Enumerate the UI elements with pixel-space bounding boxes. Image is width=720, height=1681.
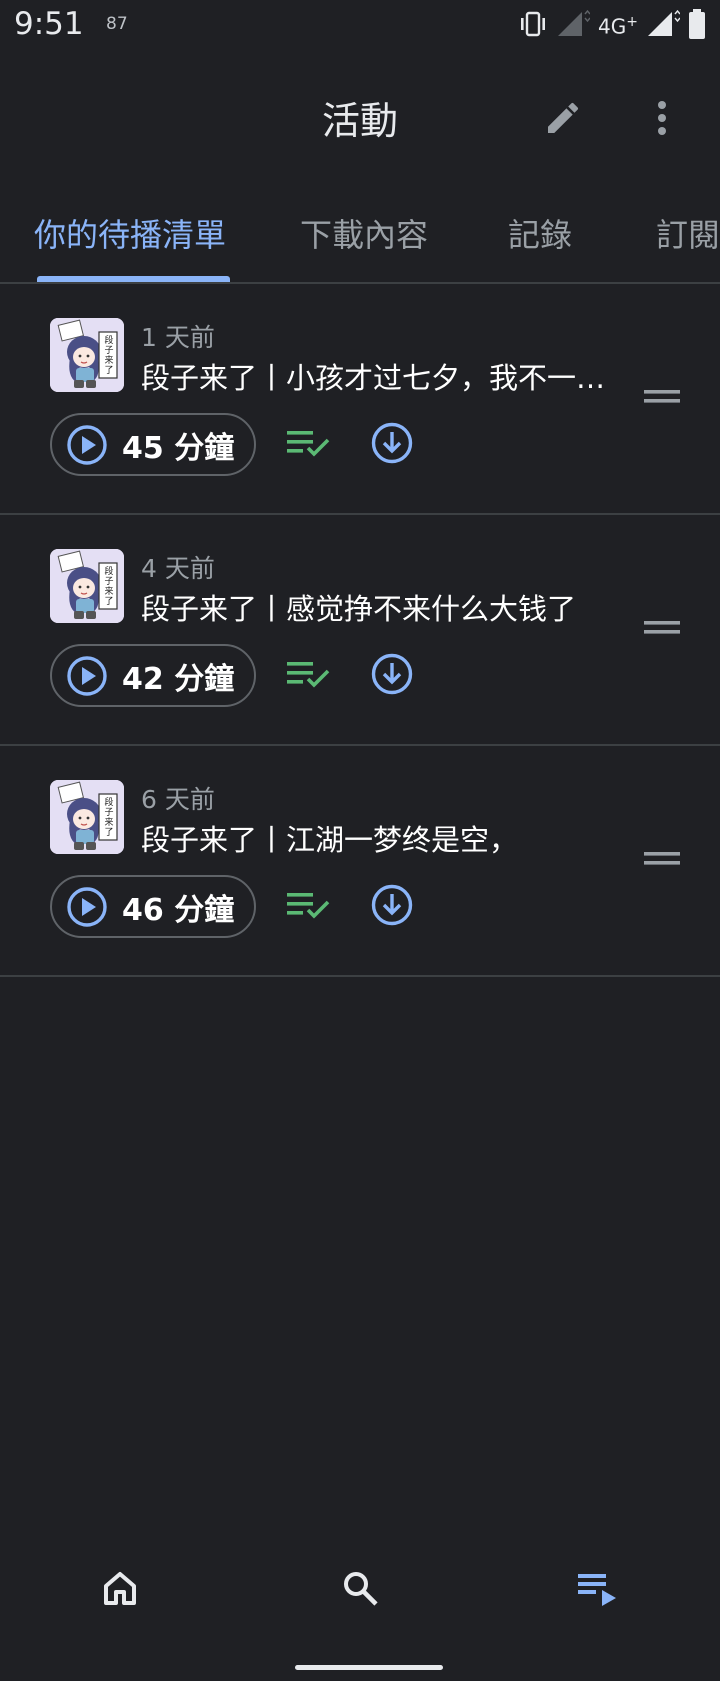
tab-bar: 你的待播清單 下載內容 記錄 訂閱 bbox=[0, 196, 720, 284]
queue-item[interactable]: 段子来了 4 天前 段子来了丨感觉挣不来什么大钱了 42 分鐘 bbox=[0, 515, 720, 746]
nav-search[interactable] bbox=[330, 1562, 390, 1618]
play-button[interactable]: 45 分鐘 bbox=[50, 413, 256, 476]
queued-button[interactable] bbox=[283, 655, 333, 697]
status-bar: 9:51 87 4G+ bbox=[0, 0, 720, 52]
drag-handle[interactable] bbox=[642, 618, 682, 642]
queued-button[interactable] bbox=[283, 886, 333, 928]
queue-list: 段子来了 1 天前 段子来了丨小孩才过七夕，我不一样，我想要钱 45 分鐘 bbox=[0, 284, 720, 977]
episode-age: 4 天前 bbox=[141, 554, 215, 583]
thumbnail-sign-text: 段子来了 bbox=[104, 336, 114, 376]
status-icons: 4G+ bbox=[518, 8, 706, 44]
bottom-navigation bbox=[0, 1540, 720, 1640]
edit-button[interactable] bbox=[537, 94, 589, 146]
tab-history[interactable]: 記錄 bbox=[508, 210, 572, 256]
active-tab-indicator bbox=[37, 276, 230, 282]
queue-item[interactable]: 段子来了 6 天前 段子来了丨江湖一梦终是空， 46 分鐘 bbox=[0, 746, 720, 977]
playlist-added-icon bbox=[285, 428, 331, 462]
download-button[interactable] bbox=[369, 653, 415, 699]
drag-handle-icon bbox=[644, 389, 680, 409]
podcast-thumbnail: 段子来了 bbox=[50, 780, 124, 854]
signal-sim1-icon bbox=[556, 9, 591, 42]
queued-button[interactable] bbox=[283, 424, 333, 466]
drag-handle-icon bbox=[644, 851, 680, 871]
playlist-play-icon bbox=[576, 1568, 624, 1612]
episode-duration: 42 分鐘 bbox=[122, 661, 235, 697]
tab-subscriptions[interactable]: 訂閱 bbox=[656, 210, 720, 256]
download-button[interactable] bbox=[369, 884, 415, 930]
download-icon bbox=[370, 421, 414, 469]
episode-title[interactable]: 段子来了丨小孩才过七夕，我不一样，我想要钱 bbox=[141, 355, 606, 397]
playlist-added-icon bbox=[285, 659, 331, 693]
drag-handle-icon bbox=[644, 620, 680, 640]
signal-sim2-icon bbox=[646, 9, 681, 42]
download-icon bbox=[370, 652, 414, 700]
tab-downloads[interactable]: 下載內容 bbox=[300, 210, 428, 256]
episode-title[interactable]: 段子来了丨感觉挣不来什么大钱了 bbox=[141, 586, 606, 628]
tab-queue[interactable]: 你的待播清單 bbox=[34, 210, 226, 256]
download-button[interactable] bbox=[369, 422, 415, 468]
episode-duration: 46 分鐘 bbox=[122, 892, 235, 928]
podcast-thumbnail: 段子来了 bbox=[50, 549, 124, 623]
home-icon bbox=[100, 1568, 140, 1612]
search-icon bbox=[340, 1568, 380, 1612]
play-circle-icon bbox=[66, 424, 108, 466]
episode-duration: 45 分鐘 bbox=[122, 430, 235, 466]
nav-home[interactable] bbox=[90, 1562, 150, 1618]
pencil-icon bbox=[543, 98, 583, 142]
play-button[interactable]: 46 分鐘 bbox=[50, 875, 256, 938]
vibrate-icon bbox=[518, 11, 548, 41]
thumbnail-sign-text: 段子来了 bbox=[104, 567, 114, 607]
podcast-thumbnail: 段子来了 bbox=[50, 318, 124, 392]
episode-title[interactable]: 段子来了丨江湖一梦终是空， bbox=[141, 817, 606, 859]
drag-handle[interactable] bbox=[642, 849, 682, 873]
episode-age: 1 天前 bbox=[141, 323, 215, 352]
episode-age: 6 天前 bbox=[141, 785, 215, 814]
play-circle-icon bbox=[66, 886, 108, 928]
playlist-added-icon bbox=[285, 890, 331, 924]
drag-handle[interactable] bbox=[642, 387, 682, 411]
play-button[interactable]: 42 分鐘 bbox=[50, 644, 256, 707]
status-time: 9:51 bbox=[14, 6, 84, 42]
more-vert-icon bbox=[657, 100, 667, 140]
network-type: 4G+ bbox=[598, 13, 638, 39]
queue-item[interactable]: 段子来了 1 天前 段子来了丨小孩才过七夕，我不一样，我想要钱 45 分鐘 bbox=[0, 284, 720, 515]
app-bar: 活動 bbox=[0, 70, 720, 166]
battery-icon bbox=[688, 9, 706, 43]
nav-activity[interactable] bbox=[570, 1562, 630, 1618]
thumbnail-sign-text: 段子来了 bbox=[104, 798, 114, 838]
more-options-button[interactable] bbox=[640, 94, 684, 146]
download-icon bbox=[370, 883, 414, 931]
home-gesture-bar bbox=[295, 1665, 443, 1670]
battery-level: 87 bbox=[106, 14, 128, 34]
play-circle-icon bbox=[66, 655, 108, 697]
page-title: 活動 bbox=[321, 99, 398, 143]
